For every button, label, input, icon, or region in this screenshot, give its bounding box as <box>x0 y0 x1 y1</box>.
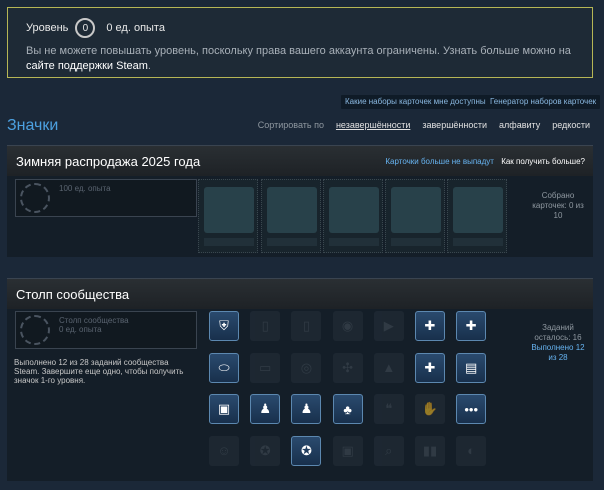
trading-card-3[interactable] <box>323 179 383 253</box>
phone-gear-icon[interactable]: ▯ <box>291 311 322 341</box>
level-message-end: . <box>147 60 151 72</box>
available-sets-button[interactable]: Какие наборы карточек мне доступны? <box>341 95 495 109</box>
phone-icon[interactable]: ▯ <box>250 311 281 341</box>
cards-collected-info: Собрано карточек: 0 из 10 <box>520 191 596 221</box>
upload-icon[interactable]: ▲ <box>373 352 404 383</box>
badge-placeholder-ring <box>20 315 50 345</box>
profile-background-icon[interactable]: ♟ <box>250 394 281 424</box>
sort-incomplete[interactable]: незавершённости <box>336 120 410 130</box>
level-xp: 0 ед. опыта <box>106 22 165 34</box>
winter-sale-badge-slot[interactable]: 100 ед. опыта <box>15 179 197 217</box>
showcase-icon[interactable]: ♟ <box>291 394 322 424</box>
gamepad-icon[interactable]: ✣ <box>332 352 363 383</box>
done-line-1: Выполнено 12 <box>531 343 585 352</box>
card-art <box>329 187 379 233</box>
trading-card-icon[interactable]: ▮▮ <box>415 435 445 466</box>
badge-placeholder-ring <box>20 183 50 213</box>
card-strip <box>453 238 503 246</box>
card-art <box>204 187 254 233</box>
avatar-face-icon[interactable]: ☺ <box>209 435 239 466</box>
add-document-icon[interactable]: ✚ <box>415 311 445 341</box>
winter-sale-badge-xp: 100 ед. опыта <box>59 184 111 193</box>
winter-sale-links: Карточки больше не выпадут Как получить … <box>385 157 585 166</box>
how-get-more-link[interactable]: Как получить больше? <box>501 157 585 166</box>
steam-support-link[interactable]: сайте поддержки Steam <box>26 60 148 72</box>
add-item-icon[interactable]: ✚ <box>415 352 445 383</box>
book-icon[interactable]: ▤ <box>456 352 487 383</box>
profile-picture-icon[interactable]: ▣ <box>209 394 239 424</box>
badges-title: Значки <box>7 117 59 134</box>
collected-line-2: карточек: 0 из <box>532 201 584 210</box>
trading-card-2[interactable] <box>261 179 321 253</box>
card-strip <box>204 238 254 246</box>
winter-sale-title[interactable]: Зимняя распродажа 2025 года <box>16 154 200 169</box>
card-set-generator-button[interactable]: Генератор наборов карточек <box>486 95 601 109</box>
community-pillar-panel: Столп сообщества Столп сообщества 0 ед. … <box>7 278 593 481</box>
level-notice: Уровень 0 0 ед. опыта Вы не можете повыш… <box>7 7 593 78</box>
level-message: Вы не можете повышать уровень, поскольку… <box>26 44 581 74</box>
community-badge-info: Столп сообщества 0 ед. опыта <box>59 316 129 334</box>
group-icon[interactable]: ♣ <box>332 394 363 424</box>
mouse-icon[interactable]: ⬭ <box>209 352 239 383</box>
video-camera-icon[interactable]: ▶ <box>373 311 404 341</box>
screen-icon[interactable]: ▭ <box>250 352 281 383</box>
add-friend-icon[interactable]: ✚ <box>456 311 487 341</box>
winter-sale-header: Зимняя распродажа 2025 года Карточки бол… <box>7 146 593 176</box>
wallet-icon[interactable]: ▣ <box>332 435 363 466</box>
winter-sale-panel: Зимняя распродажа 2025 года Карточки бол… <box>7 145 593 257</box>
sort-rarity[interactable]: редкости <box>552 120 590 130</box>
level-circle: 0 <box>75 18 96 38</box>
card-art <box>391 187 441 233</box>
quote-icon[interactable]: ❝ <box>373 394 404 424</box>
remaining-line-1: Заданий <box>542 323 574 332</box>
chat-icon[interactable]: ••• <box>456 394 487 424</box>
sort-complete[interactable]: завершённости <box>422 120 487 130</box>
trading-card-1[interactable] <box>198 179 258 253</box>
card-strip <box>391 238 441 246</box>
card-strip <box>267 238 317 246</box>
level-label: Уровень <box>26 22 69 34</box>
level-row: Уровень 0 0 ед. опыта <box>26 18 592 38</box>
market-icon[interactable]: ◐ <box>456 435 487 466</box>
remaining-line-2: осталось: 16 <box>534 333 582 342</box>
live-broadcast-icon[interactable]: ◉ <box>332 311 363 341</box>
card-art <box>267 187 317 233</box>
community-badge-slot[interactable]: Столп сообщества 0 ед. опыта <box>15 311 197 349</box>
trading-card-4[interactable] <box>385 179 445 253</box>
sort-label: Сортировать по <box>257 120 324 130</box>
camera-icon[interactable]: ◎ <box>291 352 322 383</box>
tasks-remaining-info: Заданий осталось: 16 Выполнено 12 из 28 <box>523 323 593 363</box>
shield-icon[interactable]: ⛨ <box>209 311 239 341</box>
award-ribbon-icon[interactable]: ✪ <box>291 435 322 466</box>
thumbs-up-icon[interactable]: ✋ <box>415 394 445 424</box>
badge-medal-icon[interactable]: ✪ <box>250 435 281 466</box>
sort-bar: Сортировать по незавершённости завершённ… <box>258 120 590 130</box>
collected-line-1: Собрано <box>541 191 575 200</box>
trading-card-5[interactable] <box>447 179 507 253</box>
sort-alphabet[interactable]: алфавиту <box>499 120 540 130</box>
community-description: Выполнено 12 из 28 заданий сообщества St… <box>14 358 184 385</box>
community-pillar-header: Столп сообщества <box>7 279 593 309</box>
community-pillar-title[interactable]: Столп сообщества <box>16 287 129 302</box>
collected-line-3: 10 <box>553 211 563 220</box>
card-art <box>453 187 503 233</box>
level-message-text: Вы не можете повышать уровень, поскольку… <box>26 45 571 57</box>
community-badge-name: Столп сообщества <box>59 316 129 325</box>
community-badge-xp: 0 ед. опыта <box>59 325 102 334</box>
done-line-2: из 28 <box>548 353 568 362</box>
no-drops-text: Карточки больше не выпадут <box>385 157 494 166</box>
search-icon[interactable]: ⌕ <box>373 435 404 466</box>
card-strip <box>329 238 379 246</box>
